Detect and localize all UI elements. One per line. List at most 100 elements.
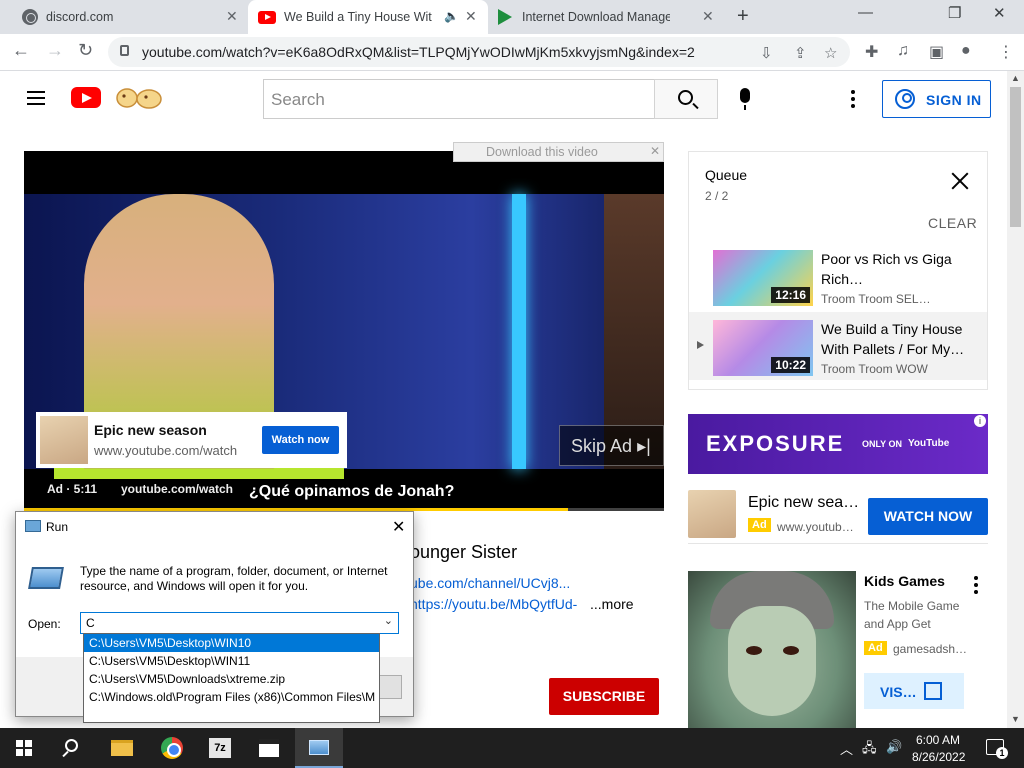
clear-queue-button[interactable]: CLEAR bbox=[928, 215, 977, 231]
more-button[interactable]: ...more bbox=[590, 596, 634, 612]
search-input[interactable]: Search bbox=[263, 79, 655, 119]
ad-domain-link[interactable]: youtube.com/watch bbox=[121, 482, 233, 496]
video-player[interactable]: Epic new season www.youtube.com/watch Wa… bbox=[24, 151, 664, 511]
menu-icon[interactable] bbox=[27, 91, 45, 105]
channel-link[interactable]: ube.com/channel/UCvj8... bbox=[410, 575, 570, 591]
close-icon[interactable]: ✕ bbox=[392, 517, 405, 537]
scroll-up-icon[interactable]: ▲ bbox=[1011, 73, 1020, 83]
autocomplete-option[interactable]: C:\Windows.old\Program Files (x86)\Commo… bbox=[84, 688, 379, 706]
taskbar-chrome[interactable] bbox=[148, 728, 196, 768]
back-button[interactable]: ← bbox=[12, 40, 30, 61]
tab-discord[interactable]: discord.com ✕ bbox=[8, 0, 248, 34]
chevron-up-icon[interactable]: ︿ bbox=[840, 739, 853, 758]
run-titlebar[interactable]: Run ✕ bbox=[16, 512, 413, 542]
idm-download-panel[interactable]: Download this video ✕ bbox=[453, 142, 664, 162]
7zip-icon: 7z bbox=[209, 738, 231, 758]
queue-item-current[interactable]: 10:22 We Build a Tiny House With Pallets… bbox=[689, 312, 987, 380]
autocomplete-option[interactable]: C:\Users\VM5\Downloads\xtreme.zip bbox=[84, 670, 379, 688]
volume-icon[interactable]: 🔊 bbox=[886, 739, 902, 755]
share-icon[interactable]: ⇪ bbox=[794, 44, 807, 62]
autocomplete-option[interactable]: C:\Users\VM5\Desktop\WIN11 bbox=[84, 652, 379, 670]
youtube-logo[interactable] bbox=[71, 87, 101, 108]
clock-time[interactable]: 6:00 AM bbox=[916, 733, 960, 747]
microphone-icon[interactable] bbox=[740, 88, 750, 110]
taskbar-7zip[interactable]: 7z bbox=[196, 728, 244, 768]
watch-now-button[interactable]: WATCH NOW bbox=[868, 498, 988, 535]
extensions-icon[interactable]: ✚ bbox=[865, 42, 878, 62]
youtube-doodle-logo[interactable] bbox=[115, 86, 165, 110]
search-icon bbox=[65, 739, 78, 752]
ad-watch-now-button[interactable]: Watch now bbox=[262, 426, 339, 454]
address-bar[interactable]: youtube.com/watch?v=eK6a8OdRxQM&list=TLP… bbox=[108, 37, 850, 67]
clapperboard-icon bbox=[259, 739, 279, 757]
queue-item-channel: Troom Troom WOW bbox=[821, 362, 928, 376]
network-icon[interactable]: 🖧 bbox=[862, 739, 877, 761]
close-queue-icon[interactable] bbox=[951, 172, 969, 190]
game-ad[interactable]: Kids Games The Mobile Game and App Get A… bbox=[688, 571, 988, 728]
ad-url: www.youtube.com/watch bbox=[94, 443, 238, 458]
taskbar-media[interactable] bbox=[245, 728, 293, 768]
banner-brand: EXPOSURE bbox=[706, 431, 845, 456]
profile-icon[interactable]: ● bbox=[961, 42, 971, 60]
taskbar-search-button[interactable] bbox=[48, 728, 96, 768]
tab-youtube[interactable]: We Build a Tiny House With 🔈 ✕ bbox=[248, 0, 488, 34]
clock-date[interactable]: 8/26/2022 bbox=[912, 750, 965, 764]
banner-only-on: ONLY ON bbox=[862, 439, 903, 449]
chevron-down-icon[interactable]: ⌄ bbox=[384, 614, 393, 627]
subscribe-button[interactable]: SUBSCRIBE bbox=[549, 678, 659, 715]
search-button[interactable] bbox=[654, 79, 718, 119]
side-panel-icon[interactable]: ▣ bbox=[929, 42, 944, 62]
exposure-banner-ad[interactable]: EXPOSURE ONLY ON YouTube i bbox=[688, 414, 988, 474]
open-input-value[interactable]: C bbox=[86, 616, 95, 630]
tab-close-icon[interactable]: ✕ bbox=[702, 8, 714, 25]
start-button[interactable] bbox=[0, 728, 48, 768]
tab-idm[interactable]: Internet Download Manager: I ca ✕ bbox=[488, 0, 724, 34]
windows-logo-icon bbox=[16, 740, 32, 756]
description-link[interactable]: https://youtu.be/MbQytfUd- bbox=[410, 596, 577, 612]
visit-button[interactable]: VIS… bbox=[864, 673, 964, 709]
more-options-icon[interactable] bbox=[974, 576, 978, 597]
forward-button[interactable]: → bbox=[46, 40, 64, 61]
ad-info-icon[interactable]: i bbox=[974, 415, 986, 427]
game-ad-image bbox=[688, 571, 856, 728]
tab-close-icon[interactable]: ✕ bbox=[226, 8, 238, 25]
ad-overlay-card[interactable]: Epic new season www.youtube.com/watch Wa… bbox=[36, 412, 347, 468]
scrollbar-thumb[interactable] bbox=[1010, 87, 1021, 227]
notifications-icon[interactable]: 1 bbox=[986, 739, 1008, 759]
skip-ad-button[interactable]: Skip Ad ▸| bbox=[559, 425, 664, 466]
ad-badge: Ad bbox=[864, 641, 887, 655]
chrome-menu-icon[interactable]: ⋮ bbox=[998, 42, 1014, 62]
idm-download-label[interactable]: Download this video bbox=[462, 145, 602, 159]
scroll-down-icon[interactable]: ▼ bbox=[1011, 714, 1020, 724]
open-combobox[interactable]: C ⌄ bbox=[80, 612, 399, 634]
game-ad-eye bbox=[746, 646, 762, 655]
new-tab-button[interactable]: + bbox=[737, 5, 749, 28]
reload-button[interactable]: ↻ bbox=[78, 40, 93, 61]
install-icon[interactable]: ⇩ bbox=[760, 44, 773, 62]
queue-title: Queue bbox=[705, 167, 748, 183]
page-scrollbar[interactable]: ▲ ▼ bbox=[1007, 71, 1024, 728]
video-caption: ¿Qué opinamos de Jonah? bbox=[249, 483, 455, 500]
taskbar-file-explorer[interactable] bbox=[98, 728, 146, 768]
rail-ad[interactable]: Epic new sea… Ad www.youtub… WATCH NOW bbox=[688, 488, 988, 544]
video-title: ounger Sister bbox=[410, 542, 518, 562]
audio-playing-icon[interactable]: 🔈 bbox=[444, 9, 459, 23]
queue-item-title: We Build a Tiny House With Pallets / For… bbox=[821, 321, 965, 357]
taskbar-run[interactable] bbox=[295, 728, 343, 768]
media-control-icon[interactable]: ♫ bbox=[897, 42, 909, 60]
bookmark-star-icon[interactable]: ☆ bbox=[824, 44, 837, 62]
tab-title: We Build a Tiny House With bbox=[284, 10, 432, 24]
open-label: Open: bbox=[28, 617, 61, 631]
tab-close-icon[interactable]: ✕ bbox=[465, 8, 477, 25]
sign-in-button[interactable]: SIGN IN bbox=[882, 80, 991, 118]
banner-youtube: YouTube bbox=[908, 438, 950, 449]
minimize-button[interactable]: — bbox=[858, 4, 873, 21]
settings-more-icon[interactable] bbox=[851, 90, 855, 111]
close-window-button[interactable]: ✕ bbox=[993, 4, 1006, 22]
restore-button[interactable]: ❐ bbox=[948, 4, 961, 22]
queue-item[interactable]: 12:16 Poor vs Rich vs Giga Rich… Troom T… bbox=[689, 242, 987, 310]
run-message: Type the name of a program, folder, docu… bbox=[80, 564, 388, 593]
autocomplete-option[interactable]: C:\Users\VM5\Desktop\WIN10 bbox=[84, 634, 379, 652]
idm-close-icon[interactable]: ✕ bbox=[650, 144, 660, 158]
browser-tab-strip: discord.com ✕ We Build a Tiny House With… bbox=[0, 0, 1024, 34]
